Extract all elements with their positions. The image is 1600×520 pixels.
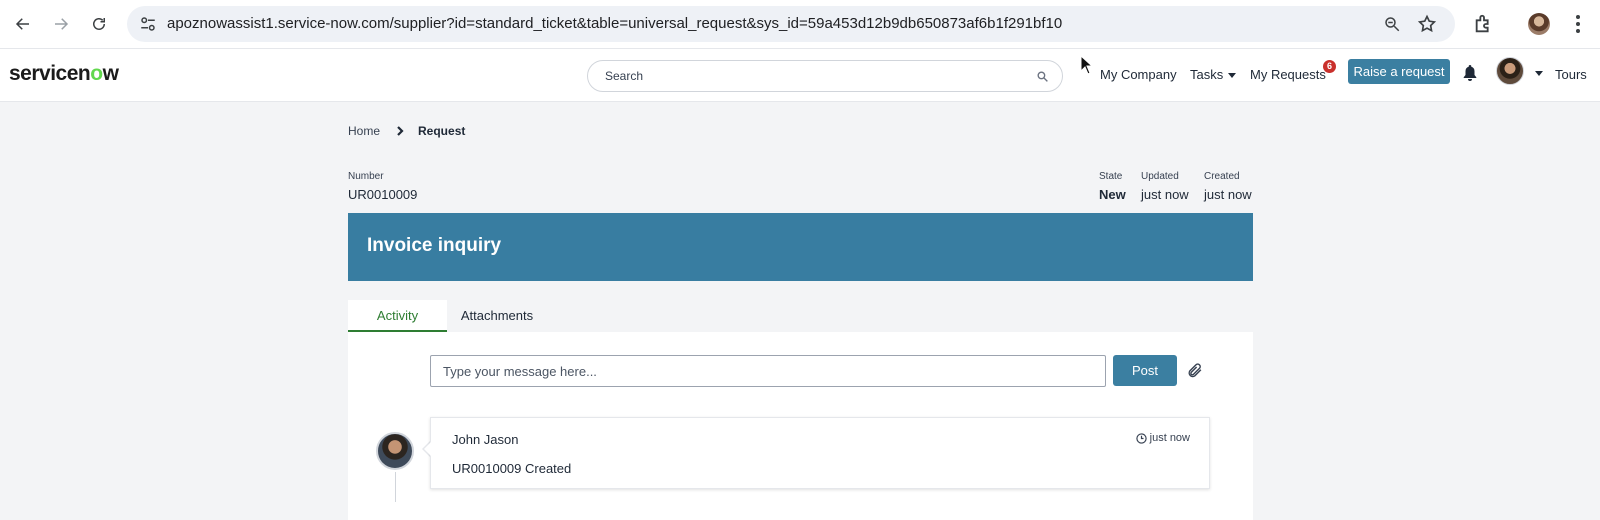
my-requests-count-badge: 6 [1323,60,1336,73]
url-text[interactable]: apoznowassist1.service-now.com/supplier?… [167,15,1062,32]
breadcrumb-current: Request [418,124,466,138]
card-pointer-inner [424,442,431,456]
breadcrumb: Home Request [348,124,465,138]
search-input[interactable]: Search [587,60,1063,92]
notifications-bell-icon[interactable] [1462,64,1478,82]
nav-my-requests[interactable]: My Requests [1250,67,1326,82]
ticket-title-banner: Invoice inquiry [348,213,1253,281]
message-input[interactable] [430,355,1106,387]
activity-panel: Post John Jason just now UR0010009 Creat… [348,332,1253,520]
zoom-icon[interactable] [1383,15,1401,33]
browser-toolbar: apoznowassist1.service-now.com/supplier?… [0,0,1600,49]
nav-my-company[interactable]: My Company [1100,67,1177,82]
tab-attachments[interactable]: Attachments [447,300,547,332]
ticket-number: UR0010009 [348,187,418,202]
extensions-icon[interactable] [1473,13,1495,35]
browser-profile-avatar[interactable] [1528,13,1550,35]
servicenow-logo[interactable]: servicenow [9,62,119,86]
bookmark-star-icon[interactable] [1417,14,1437,34]
activity-entry-card: John Jason just now UR0010009 Created [430,417,1210,489]
chevron-right-icon [397,126,404,136]
user-menu-chevron-icon[interactable] [1535,71,1543,76]
activity-text: UR0010009 Created [452,461,572,476]
ticket-created: just now [1204,187,1252,202]
address-bar[interactable]: apoznowassist1.service-now.com/supplier?… [127,6,1455,42]
site-settings-icon[interactable] [139,15,157,33]
activity-timestamp: just now [1135,432,1190,444]
clock-icon [1135,432,1147,444]
browser-menu-icon[interactable] [1568,12,1588,36]
back-icon[interactable] [11,12,35,36]
created-label: Created [1204,171,1240,182]
ticket-tabs: Activity Attachments [348,300,547,332]
activity-author: John Jason [452,432,519,447]
tab-activity[interactable]: Activity [348,300,447,332]
activity-author-avatar [376,432,414,470]
raise-request-button[interactable]: Raise a request [1348,59,1450,84]
ticket-title: Invoice inquiry [367,235,502,256]
nav-tasks[interactable]: Tasks [1190,67,1237,82]
forward-icon[interactable] [49,12,73,36]
post-button[interactable]: Post [1113,355,1177,386]
nav-tours[interactable]: Tours [1555,67,1587,82]
reload-icon[interactable] [87,12,111,36]
attachment-paperclip-icon[interactable] [1186,362,1203,379]
chevron-down-icon [1228,73,1237,79]
nav-tasks-label: Tasks [1190,67,1224,82]
activity-time-text: just now [1149,432,1190,444]
search-icon[interactable] [1036,70,1049,83]
app-header: servicenow Search My Company Tasks My Re… [0,49,1600,102]
user-avatar[interactable] [1496,57,1524,85]
timeline-line [395,472,396,502]
mouse-cursor-icon [1080,55,1094,75]
ticket-updated: just now [1141,187,1189,202]
search-placeholder: Search [605,69,644,83]
state-label: State [1099,171,1123,182]
number-label: Number [348,171,384,182]
ticket-state: New [1099,187,1126,202]
breadcrumb-home[interactable]: Home [348,124,380,138]
updated-label: Updated [1141,171,1179,182]
